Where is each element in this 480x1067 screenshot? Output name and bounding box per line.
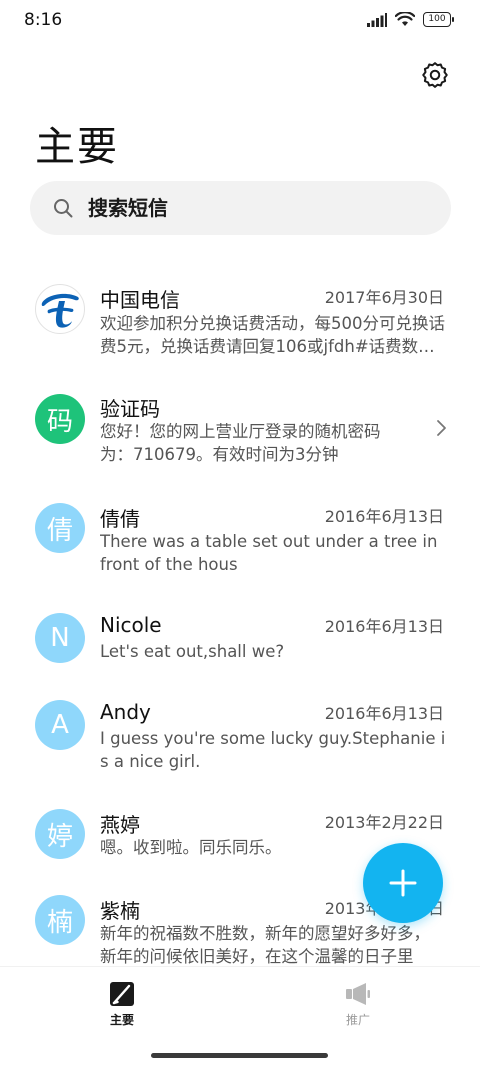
- conversation-item[interactable]: 倩 倩倩 2016年6月13日 There was a table set ou…: [0, 489, 480, 599]
- avatar: 婷: [35, 809, 85, 859]
- signal-icon: [367, 12, 387, 27]
- chevron-right-icon: [437, 420, 446, 436]
- conversation-name: 中国电信: [100, 288, 180, 312]
- conversation-preview: There was a table set out under a tree i…: [100, 532, 438, 574]
- conversation-name: Nicole: [100, 613, 162, 637]
- search-icon: [54, 199, 73, 218]
- plus-icon: [389, 869, 417, 897]
- conversation-name: 倩倩: [100, 507, 140, 531]
- conversation-item[interactable]: 码 验证码 您好！您的网上营业厅登录的随机密码为：710679。有效时间为3分钟: [0, 379, 480, 489]
- gear-icon: [422, 62, 448, 88]
- settings-button[interactable]: [420, 60, 450, 90]
- search-input[interactable]: [86, 195, 410, 221]
- home-indicator[interactable]: [151, 1053, 328, 1058]
- conversation-preview: 您好！您的网上营业厅登录的随机密码为：710679。有效时间为3分钟: [100, 422, 381, 464]
- wifi-icon: [395, 12, 415, 26]
- status-icons: 100: [367, 12, 454, 27]
- new-message-button[interactable]: [363, 843, 443, 923]
- conversation-name: 燕婷: [100, 813, 140, 837]
- conversation-name: Andy: [100, 700, 151, 724]
- status-bar: 8:16 100: [0, 0, 480, 42]
- conversation-preview: 欢迎参加积分兑换话费活动，每500分可兑换话费5元，兑换话费请回复106或jfd…: [100, 314, 445, 356]
- avatar: 楠: [35, 895, 85, 945]
- tab-main-label: 主要: [109, 1013, 134, 1027]
- avatar: N: [35, 613, 85, 663]
- conversation-date: 2016年6月13日: [324, 507, 444, 526]
- conversation-date: 2017年6月30日: [324, 288, 444, 307]
- conversation-preview: 新年的祝福数不胜数，新年的愿望好多好多，新年的问候依旧美好，在这个温馨的日子里: [100, 924, 430, 966]
- conversation-preview: Let's eat out,shall we?: [100, 642, 285, 661]
- conversation-name: 验证码: [100, 397, 160, 421]
- battery-level: 100: [423, 12, 451, 27]
- avatar: 倩: [35, 503, 85, 553]
- megaphone-icon: [346, 983, 370, 1005]
- edit-icon: [110, 982, 134, 1006]
- tab-promotion[interactable]: 推广: [328, 981, 388, 1028]
- conversation-item[interactable]: 中国电信 2017年6月30日 欢迎参加积分兑换话费活动，每500分可兑换话费5…: [0, 270, 480, 379]
- search-bar[interactable]: [30, 181, 451, 235]
- tab-promotion-label: 推广: [345, 1013, 370, 1027]
- page-title: 主要: [35, 124, 119, 170]
- status-time: 8:16: [24, 10, 63, 30]
- china-telecom-logo-icon: [35, 284, 85, 334]
- bottom-nav: 主要 推广: [0, 966, 480, 1067]
- conversation-date: 2016年6月13日: [324, 617, 444, 636]
- avatar: 码: [35, 394, 85, 444]
- conversation-item[interactable]: A Andy 2016年6月13日 I guess you're some lu…: [0, 686, 480, 795]
- avatar: A: [35, 700, 85, 750]
- conversation-preview: I guess you're some lucky guy.Stephanie …: [100, 729, 446, 771]
- conversation-item[interactable]: N Nicole 2016年6月13日 Let's eat out,shall …: [0, 599, 480, 686]
- conversation-name: 紫楠: [100, 899, 140, 923]
- tab-main[interactable]: 主要: [92, 981, 152, 1028]
- conversation-date: 2016年6月13日: [324, 704, 444, 723]
- battery-icon: 100: [423, 12, 454, 27]
- conversation-date: 2013年2月22日: [324, 813, 444, 832]
